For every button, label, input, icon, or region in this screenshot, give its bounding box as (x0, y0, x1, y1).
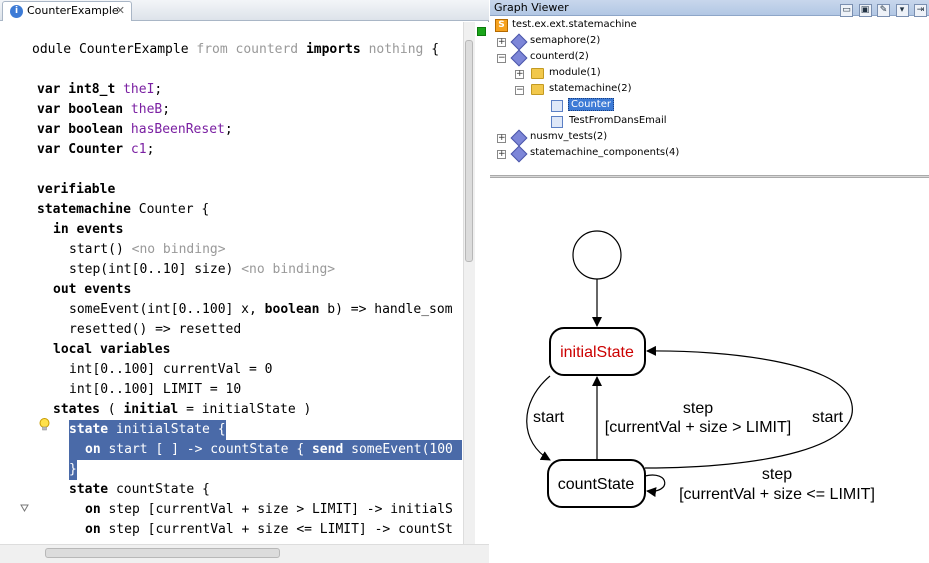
model-tree: S test.ex.ext.statemachine + semaphore(2… (490, 17, 929, 175)
code-line: int[0..100] currentVal = 0 (69, 362, 273, 377)
graph-canvas: initialState countState start step [curr… (490, 178, 929, 563)
code-line: var boolean hasBeenReset; (37, 122, 233, 137)
code-line: step(int[0..10] size) <no binding> (69, 262, 336, 277)
expand-icon[interactable]: + (515, 70, 524, 79)
code-line: statemachine Counter { (37, 202, 210, 217)
code-line: start() <no binding> (69, 242, 226, 257)
edge-start-label: start (533, 409, 565, 426)
horizontal-scroll-thumb[interactable] (45, 548, 280, 558)
tree-item-testfrom[interactable]: TestFromDansEmail (569, 113, 667, 129)
model-icon (510, 49, 528, 67)
code-line: var Counter c1; (37, 142, 155, 157)
code-line-selected: state initialState { (69, 420, 226, 440)
code-line: on step [currentVal + size > LIMIT] -> i… (85, 502, 453, 517)
statemachine-icon (551, 116, 563, 128)
code-line: verifiable (37, 182, 116, 197)
overview-ruler (475, 22, 489, 544)
editor-tab-bar: i CounterExample ✕ (0, 0, 489, 21)
edge-self-loop (644, 474, 666, 498)
model-icon (510, 145, 528, 163)
app-window: i CounterExample ✕ odule CounterExample … (0, 0, 929, 563)
tree-item-module[interactable]: module(1) (549, 65, 601, 81)
state-diagram: initialState countState start step [curr… (526, 230, 875, 508)
model-icon (510, 129, 528, 147)
tree-item-nusmv[interactable]: nusmv_tests(2) (530, 129, 607, 145)
folder-icon (531, 68, 544, 79)
minimize-button[interactable]: ▭ (840, 4, 853, 17)
status-ok-icon (477, 27, 486, 36)
folder-icon (531, 84, 544, 95)
edge-step-label-2: step (762, 466, 792, 483)
state-initial-label: initialState (560, 344, 634, 361)
tree-item-counterd[interactable]: counterd(2) (530, 49, 589, 65)
info-icon: i (10, 5, 23, 18)
code-line: var boolean theB; (37, 102, 171, 117)
tab-counter-example[interactable]: i CounterExample ✕ (2, 1, 132, 21)
code-line: someEvent(int[0..100] x, boolean b) => h… (69, 302, 453, 317)
tab-label: CounterExample (27, 4, 119, 17)
code-line-selected: on start [ ] -> countState { send someEv… (69, 440, 462, 460)
model-icon (510, 33, 528, 51)
expand-icon[interactable]: + (497, 150, 506, 159)
expand-icon[interactable]: + (497, 134, 506, 143)
tree-item-semaphore[interactable]: semaphore(2) (530, 33, 600, 49)
code-line: states ( initial = initialState ) (53, 402, 312, 417)
code-line: in events (53, 222, 124, 237)
panel-toolbar: ▭ ▣ ✎ ▾ ⇥ (838, 1, 927, 17)
pin-button[interactable]: ✎ (877, 4, 890, 17)
code-area[interactable]: odule CounterExample from counterd impor… (0, 32, 462, 544)
close-icon[interactable]: ✕ (116, 2, 125, 20)
code-line: odule CounterExample from counterd impor… (32, 42, 440, 57)
tree-item-components[interactable]: statemachine_components(4) (530, 145, 679, 161)
hide-button[interactable]: ⇥ (914, 4, 927, 17)
vertical-scroll-thumb[interactable] (465, 40, 473, 262)
code-line: state countState { (69, 482, 210, 497)
graph-viewer-panel: Graph Viewer ▭ ▣ ✎ ▾ ⇥ S test.ex.ext.sta… (490, 0, 929, 563)
statemachine-icon (551, 100, 563, 112)
edge-step-label: step (683, 400, 713, 417)
expand-icon[interactable]: + (497, 38, 506, 47)
edge-start-label-2: start (812, 409, 844, 426)
graph-viewer-header: Graph Viewer ▭ ▣ ✎ ▾ ⇥ (490, 0, 929, 17)
panel-title: Graph Viewer (494, 1, 569, 14)
code-editor-panel: i CounterExample ✕ odule CounterExample … (0, 0, 489, 563)
code-line: on step [currentVal + size <= LIMIT] -> … (85, 522, 453, 537)
code-line: local variables (53, 342, 171, 357)
tree-item-counter[interactable]: Counter (568, 97, 614, 113)
code-line-selected: } (69, 460, 77, 480)
code-line: var int8_t theI; (37, 82, 163, 97)
solution-icon: S (495, 19, 508, 32)
maximize-button[interactable]: ▣ (858, 4, 872, 17)
code-line: out events (53, 282, 132, 297)
edge-guard-label: [currentVal + size > LIMIT] (605, 419, 791, 436)
edge-guard-label-2: [currentVal + size <= LIMIT] (679, 486, 875, 503)
code-line: resetted() => resetted (69, 322, 242, 337)
initial-pseudostate[interactable] (572, 230, 622, 280)
state-count-label: countState (558, 476, 635, 493)
collapse-icon[interactable]: − (515, 86, 524, 95)
code-line: int[0..100] LIMIT = 10 (69, 382, 242, 397)
tree-item-statemachine[interactable]: statemachine(2) (549, 81, 631, 97)
collapse-icon[interactable]: − (497, 54, 506, 63)
menu-button[interactable]: ▾ (895, 4, 909, 17)
tree-item-root[interactable]: test.ex.ext.statemachine (512, 17, 637, 33)
